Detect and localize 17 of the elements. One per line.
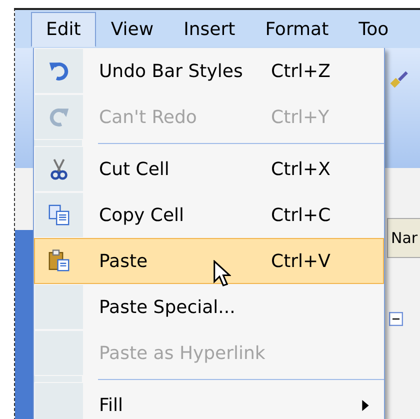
menu-bar-item[interactable]: Format — [250, 12, 344, 46]
submenu-arrow-icon — [362, 400, 369, 410]
menu-bar-item[interactable]: Insert — [168, 12, 250, 46]
menu-item[interactable]: Undo Bar Styles Ctrl+Z — [34, 48, 384, 94]
clipboard-icon — [47, 249, 71, 273]
menu-bar-item[interactable]: View — [96, 12, 169, 46]
menu-bar-item[interactable]: Too — [344, 12, 404, 46]
menu-bar-item[interactable]: Edit — [31, 12, 96, 46]
menu-item[interactable]: Copy Cell Ctrl+C — [34, 192, 384, 238]
mouse-pointer-icon — [213, 260, 231, 288]
menu-item[interactable]: Paste Special... — [34, 284, 384, 330]
collapse-icon[interactable] — [389, 312, 403, 326]
menu-item[interactable]: Fill — [34, 382, 384, 419]
menu-item[interactable]: Paste Ctrl+V — [34, 238, 384, 284]
column-header: Nar — [387, 218, 420, 258]
menu-item[interactable]: Cut Cell Ctrl+X — [34, 146, 384, 192]
copy-icon — [47, 203, 71, 227]
